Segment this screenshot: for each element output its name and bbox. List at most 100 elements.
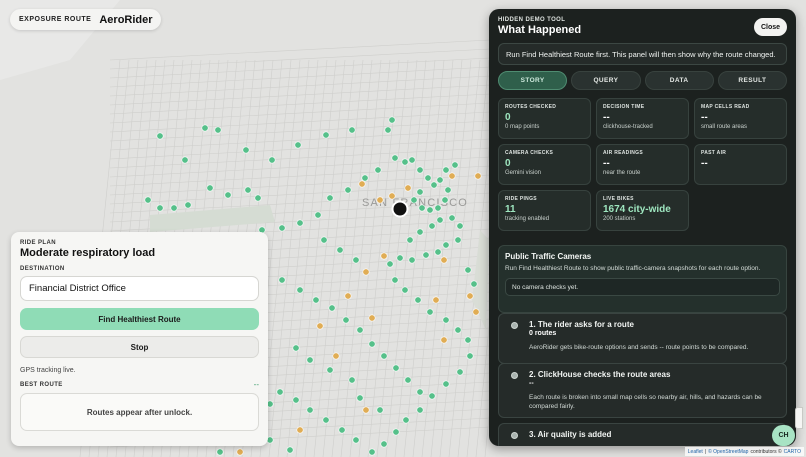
sensor-pin-good[interactable] (326, 194, 334, 202)
sensor-pin-good[interactable] (434, 248, 442, 256)
clickhouse-badge[interactable]: CH (772, 425, 795, 446)
sensor-pin-moderate[interactable] (362, 406, 370, 414)
sensor-pin-good[interactable] (320, 236, 328, 244)
sensor-pin-moderate[interactable] (404, 184, 412, 192)
sensor-pin-good[interactable] (386, 260, 394, 268)
story-step[interactable]: 3. Air quality is added (498, 423, 787, 446)
sensor-pin-good[interactable] (254, 194, 262, 202)
sensor-pin-good[interactable] (296, 219, 304, 227)
sensor-pin-good[interactable] (356, 326, 364, 334)
sensor-pin-good[interactable] (408, 256, 416, 264)
sensor-pin-good[interactable] (444, 186, 452, 194)
sensor-pin-moderate[interactable] (362, 268, 370, 276)
sensor-pin-good[interactable] (416, 228, 424, 236)
destination-input[interactable] (20, 276, 259, 301)
rider-location-marker[interactable] (391, 200, 409, 218)
map-side-control[interactable] (795, 407, 803, 429)
sensor-pin-good[interactable] (426, 308, 434, 316)
sensor-pin-good[interactable] (441, 196, 449, 204)
stop-button[interactable]: Stop (20, 336, 259, 358)
sensor-pin-good[interactable] (466, 352, 474, 360)
sensor-pin-good[interactable] (328, 304, 336, 312)
sensor-pin-good[interactable] (391, 154, 399, 162)
sensor-pin-good[interactable] (448, 214, 456, 222)
sensor-pin-good[interactable] (144, 196, 152, 204)
sensor-pin-good[interactable] (414, 296, 422, 304)
sensor-pin-moderate[interactable] (368, 314, 376, 322)
sensor-pin-good[interactable] (416, 406, 424, 414)
sensor-pin-good[interactable] (456, 222, 464, 230)
sensor-pin-good[interactable] (424, 174, 432, 182)
sensor-pin-moderate[interactable] (448, 172, 456, 180)
sensor-pin-good[interactable] (156, 204, 164, 212)
sensor-pin-moderate[interactable] (380, 252, 388, 260)
sensor-pin-good[interactable] (286, 446, 294, 454)
sensor-pin-moderate[interactable] (472, 308, 480, 316)
sensor-pin-good[interactable] (392, 428, 400, 436)
sensor-pin-good[interactable] (402, 416, 410, 424)
sensor-pin-good[interactable] (216, 448, 224, 456)
sensor-pin-good[interactable] (416, 188, 424, 196)
sensor-pin-good[interactable] (426, 206, 434, 214)
sensor-pin-good[interactable] (442, 166, 450, 174)
sensor-pin-good[interactable] (352, 256, 360, 264)
carto-link[interactable]: CARTO (784, 449, 801, 455)
sensor-pin-moderate[interactable] (344, 292, 352, 300)
sensor-pin-good[interactable] (214, 126, 222, 134)
sensor-pin-good[interactable] (384, 126, 392, 134)
sensor-pin-good[interactable] (430, 181, 438, 189)
sensor-pin-moderate[interactable] (316, 322, 324, 330)
sensor-pin-good[interactable] (276, 388, 284, 396)
sensor-pin-good[interactable] (422, 251, 430, 259)
sensor-pin-good[interactable] (434, 204, 442, 212)
sensor-pin-good[interactable] (436, 216, 444, 224)
sensor-pin-good[interactable] (181, 156, 189, 164)
sensor-pin-good[interactable] (368, 448, 376, 456)
sensor-pin-moderate[interactable] (388, 192, 396, 200)
close-button[interactable]: Close (754, 18, 787, 36)
sensor-pin-good[interactable] (278, 224, 286, 232)
sensor-pin-moderate[interactable] (296, 426, 304, 434)
sensor-pin-good[interactable] (442, 380, 450, 388)
sensor-pin-good[interactable] (244, 186, 252, 194)
sensor-pin-good[interactable] (312, 296, 320, 304)
sensor-pin-good[interactable] (352, 436, 360, 444)
sensor-pin-good[interactable] (401, 158, 409, 166)
sensor-pin-good[interactable] (296, 286, 304, 294)
sensor-pin-good[interactable] (170, 204, 178, 212)
sensor-pin-moderate[interactable] (332, 352, 340, 360)
sensor-pin-good[interactable] (416, 166, 424, 174)
sensor-pin-good[interactable] (396, 254, 404, 262)
story-step[interactable]: 1. The rider asks for a route 0 routes A… (498, 313, 787, 364)
sensor-pin-good[interactable] (408, 156, 416, 164)
sensor-pin-good[interactable] (451, 161, 459, 169)
story-step[interactable]: 2. ClickHouse checks the route areas -- … (498, 363, 787, 418)
sensor-pin-good[interactable] (374, 166, 382, 174)
sensor-pin-good[interactable] (348, 376, 356, 384)
tab-data[interactable]: DATA (644, 71, 714, 90)
sensor-pin-good[interactable] (268, 156, 276, 164)
sensor-pin-good[interactable] (344, 186, 352, 194)
sensor-pin-good[interactable] (338, 426, 346, 434)
sensor-pin-good[interactable] (342, 316, 350, 324)
sensor-pin-good[interactable] (306, 356, 314, 364)
sensor-pin-good[interactable] (416, 388, 424, 396)
sensor-pin-good[interactable] (306, 406, 314, 414)
sensor-pin-good[interactable] (464, 266, 472, 274)
sensor-pin-moderate[interactable] (440, 336, 448, 344)
tab-query[interactable]: QUERY (571, 71, 641, 90)
sensor-pin-good[interactable] (456, 368, 464, 376)
sensor-pin-good[interactable] (418, 204, 426, 212)
sensor-pin-good[interactable] (410, 196, 418, 204)
sensor-pin-good[interactable] (404, 376, 412, 384)
sensor-pin-moderate[interactable] (376, 196, 384, 204)
sensor-pin-good[interactable] (401, 286, 409, 294)
sensor-pin-moderate[interactable] (236, 448, 244, 456)
sensor-pin-good[interactable] (392, 364, 400, 372)
sensor-pin-moderate[interactable] (474, 172, 482, 180)
sensor-pin-good[interactable] (391, 276, 399, 284)
find-healthiest-route-button[interactable]: Find Healthiest Route (20, 308, 259, 330)
sensor-pin-good[interactable] (206, 184, 214, 192)
sensor-pin-good[interactable] (454, 236, 462, 244)
sensor-pin-good[interactable] (242, 146, 250, 154)
